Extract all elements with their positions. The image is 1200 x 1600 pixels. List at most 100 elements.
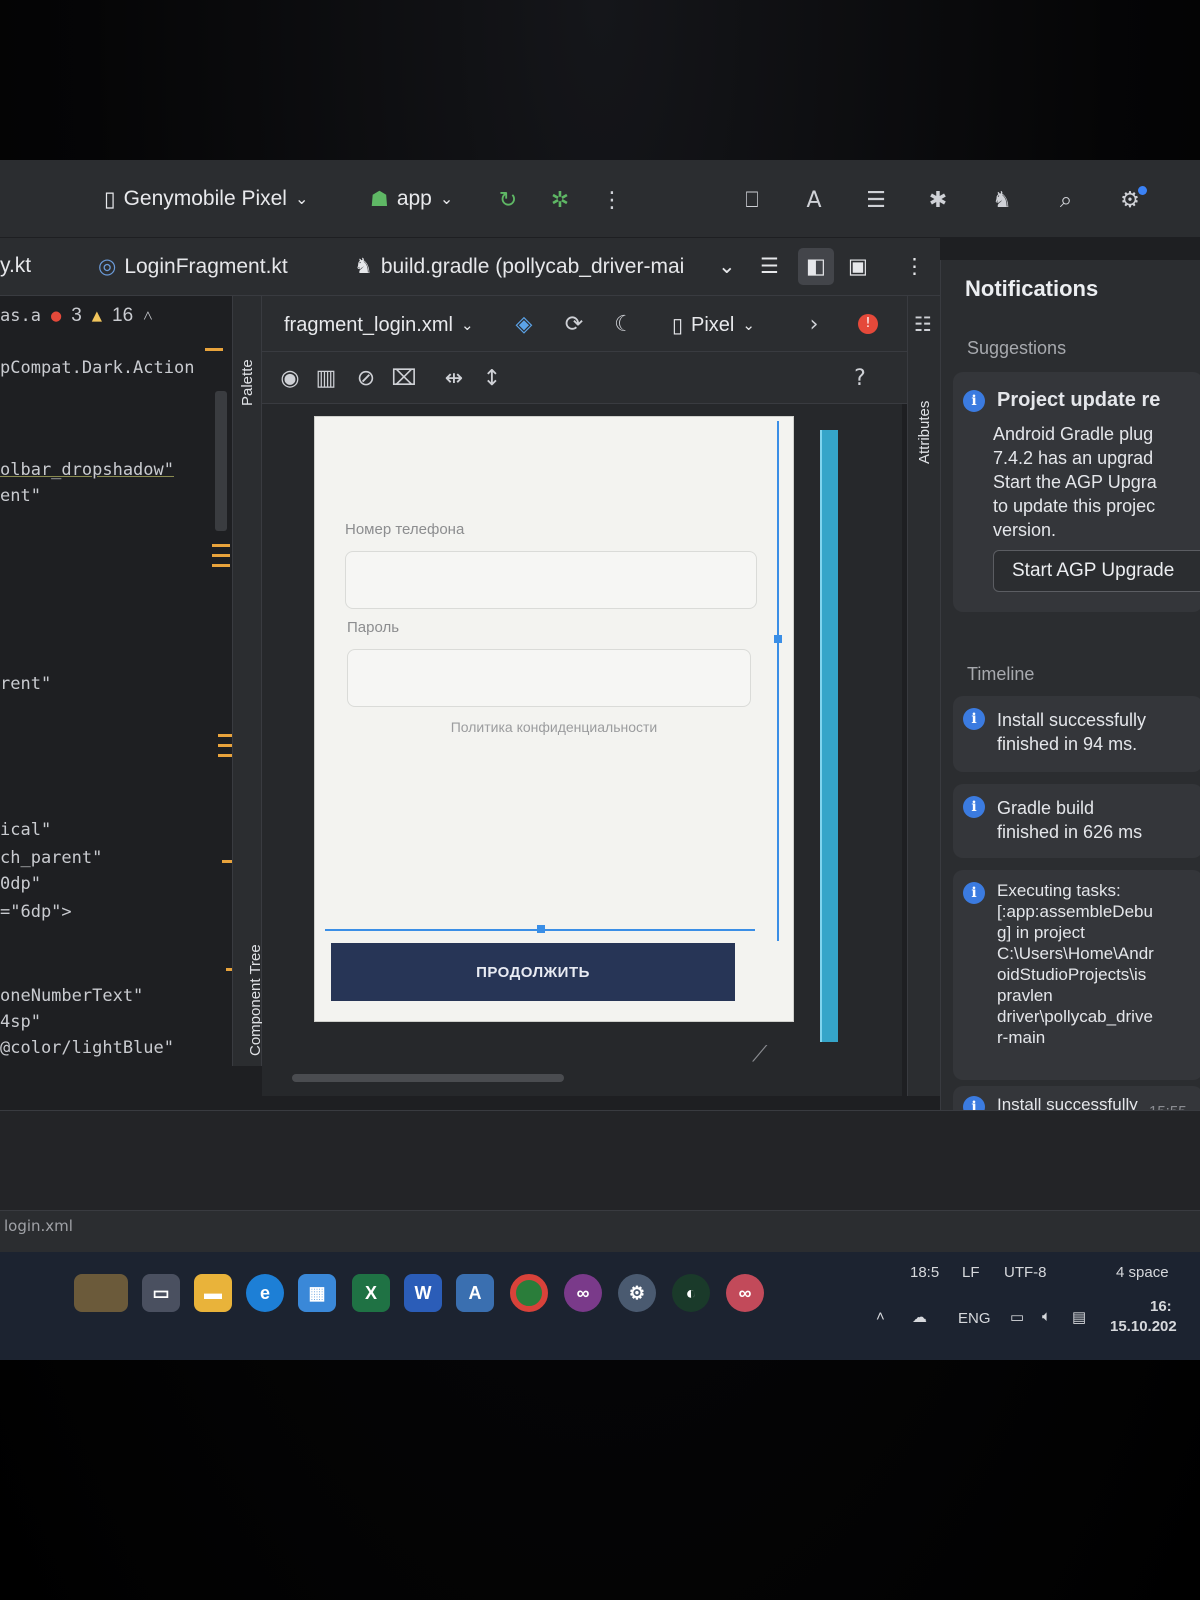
caret-position[interactable]: 18:5 (910, 1264, 939, 1281)
excel-icon[interactable]: X (352, 1274, 390, 1312)
blueprint-preview[interactable] (820, 430, 838, 1042)
palette-tab[interactable]: Palette (239, 359, 256, 406)
password-field[interactable] (347, 649, 751, 707)
word-icon[interactable]: W (404, 1274, 442, 1312)
more-vert-icon[interactable]: ⋮ (598, 186, 626, 214)
tab-build-gradle[interactable]: ♞ build.gradle (pollycab_driver-mai (354, 254, 684, 279)
app-icon[interactable]: ∞ (564, 1274, 602, 1312)
layers-icon[interactable]: ◈ (510, 310, 538, 338)
input-language[interactable]: ENG (958, 1310, 991, 1327)
info-icon: i (963, 390, 985, 412)
clear-constraints-icon[interactable]: ⌧ (390, 364, 418, 392)
chrome-icon[interactable] (510, 1274, 548, 1312)
timeline-event[interactable]: i Install successfully finished in 94 ms… (953, 696, 1200, 772)
windows-taskbar: 18:5 LF UTF-8 4 space ▭ ▬ e ▦ X W A ∞ ⚙ … (0, 1252, 1200, 1360)
layout-file-selector[interactable]: fragment_login.xml ⌄ (284, 308, 474, 342)
network-icon[interactable]: ☁ (912, 1308, 927, 1326)
store-icon[interactable]: ▦ (298, 1274, 336, 1312)
line-separator[interactable]: LF (962, 1264, 980, 1281)
magnet-off-icon[interactable]: ⊘ (352, 364, 380, 392)
edge-icon[interactable]: e (246, 1274, 284, 1312)
split-view-button[interactable]: ◧ (798, 248, 834, 285)
error-indicator-icon[interactable]: ! (854, 310, 882, 338)
columns-icon[interactable]: ▥ (312, 364, 340, 392)
code-line: pCompat.Dark.Action (0, 358, 195, 378)
sliders-icon[interactable]: ☷ (914, 312, 932, 336)
display-icon[interactable]: ▭ (1010, 1308, 1024, 1326)
breadcrumb[interactable]: login.xml (4, 1217, 73, 1235)
settings-app-icon[interactable]: ⚙ (618, 1274, 656, 1312)
gradle-icon[interactable]: ♞ (988, 186, 1016, 214)
canvas-horizontal-scrollbar[interactable] (292, 1074, 564, 1082)
suggestion-title: Project update re (997, 389, 1161, 411)
code-view-button[interactable]: ☰ (760, 254, 779, 279)
code-line: 0dp" (0, 874, 41, 894)
device-manager-icon[interactable]: ⎕ (738, 186, 766, 214)
chevron-up-icon[interactable]: ˄ (143, 306, 153, 326)
chevron-up-icon[interactable]: ˄ (876, 1308, 885, 1325)
layout-design-editor: fragment_login.xml ⌄ ◈ ⟳ ☾ ▯ Pixel ⌄ › !… (262, 296, 932, 1096)
orientation-icon[interactable]: ⟳ (560, 310, 588, 338)
run-config-selector[interactable]: ☗ app ⌄ (370, 182, 453, 216)
indent-setting[interactable]: 4 space (1116, 1264, 1169, 1281)
resize-handle-icon[interactable]: ⟋ (752, 1042, 767, 1067)
ide-window: ▯ Genymobile Pixel ⌄ ☗ app ⌄ ↻ ✲ ⋮ ⎕ A ☰… (0, 160, 1200, 1360)
help-icon[interactable]: ? (846, 364, 874, 392)
selection-handle[interactable] (537, 925, 545, 933)
tab-login-fragment[interactable]: ◎ LoginFragment.kt (98, 254, 288, 279)
chevron-right-icon[interactable]: › (800, 310, 828, 338)
clock-time[interactable]: 16: (1150, 1298, 1172, 1315)
design-view-button[interactable]: ▣ (848, 254, 868, 279)
pack-horizontal-icon[interactable]: ⇹ (440, 364, 468, 392)
palette-strip: Palette Component Tree (232, 296, 264, 1066)
tab-more-button[interactable]: ⋮ (904, 254, 925, 279)
eye-icon[interactable]: ◉ (276, 364, 304, 392)
timeline-event-text: Install successfully finished in 94 ms. (997, 710, 1147, 754)
search-icon[interactable]: ⌕ (1052, 186, 1080, 214)
image-icon: ▣ (848, 255, 868, 278)
editor-scrollbar[interactable] (215, 391, 227, 531)
android-studio-icon[interactable]: A (456, 1274, 494, 1312)
app-icon[interactable]: ◐ (672, 1274, 710, 1312)
continue-button[interactable]: ПРОДОЛЖИТЬ (331, 943, 735, 1001)
phone-preview[interactable]: Номер телефона Пароль Политика конфиденц… (314, 416, 794, 1022)
status-bar: login.xml (0, 1210, 1200, 1252)
split-icon: ◧ (806, 255, 826, 278)
wallpaper-thumbnail-icon[interactable] (74, 1274, 128, 1312)
attributes-tab[interactable]: Attributes (916, 401, 933, 464)
bug-icon[interactable]: ✱ (924, 186, 952, 214)
night-mode-icon[interactable]: ☾ (610, 310, 638, 338)
clock-date[interactable]: 15.10.202 (1110, 1318, 1177, 1335)
phone-number-field[interactable] (345, 551, 757, 609)
apply-changes-icon[interactable]: ↻ (494, 186, 522, 214)
code-line: @color/lightBlue" (0, 1038, 174, 1058)
tab-partial[interactable]: y.kt (0, 254, 31, 278)
code-line: rent" (0, 674, 52, 694)
preview-device-selector[interactable]: ▯ Pixel ⌄ (672, 308, 755, 342)
error-icon[interactable]: ● (51, 306, 61, 326)
code-editor[interactable]: as.a ● 3 ▲ 16 ˄ pCompat.Dark.Action olba… (0, 296, 242, 1076)
task-view-icon[interactable]: ▭ (142, 1274, 180, 1312)
password-field-label: Пароль (347, 619, 400, 636)
gradle-file-icon: ♞ (354, 255, 373, 278)
warning-icon[interactable]: ▲ (92, 306, 102, 326)
app-icon[interactable]: ∞ (726, 1274, 764, 1312)
volume-icon[interactable]: 🔈︎ (1042, 1308, 1051, 1325)
start-agp-upgrade-button[interactable]: Start AGP Upgrade (993, 550, 1200, 592)
timeline-event[interactable]: i Gradle build finished in 626 ms (953, 784, 1200, 858)
vertical-arrow-icon[interactable]: ↕ (478, 364, 506, 392)
timeline-event[interactable]: i Executing tasks: [:app:assembleDebu g]… (953, 870, 1200, 1080)
privacy-policy-link[interactable]: Политика конфиденциальности (315, 719, 793, 735)
layout-file-label: fragment_login.xml (284, 313, 453, 336)
selection-handle[interactable] (774, 635, 782, 643)
battery-icon[interactable]: ▤ (1072, 1308, 1086, 1326)
translate-icon[interactable]: A (800, 186, 828, 214)
code-line: ch_parent" (0, 848, 103, 868)
tab-overflow-chevron[interactable]: ⌄ (718, 254, 736, 279)
bottom-tool-panel (0, 1110, 1200, 1210)
file-encoding[interactable]: UTF-8 (1004, 1264, 1047, 1281)
logcat-icon[interactable]: ☰ (862, 186, 890, 214)
device-selector[interactable]: ▯ Genymobile Pixel ⌄ (104, 182, 308, 216)
file-explorer-icon[interactable]: ▬ (194, 1274, 232, 1312)
debug-icon[interactable]: ✲ (546, 186, 574, 214)
